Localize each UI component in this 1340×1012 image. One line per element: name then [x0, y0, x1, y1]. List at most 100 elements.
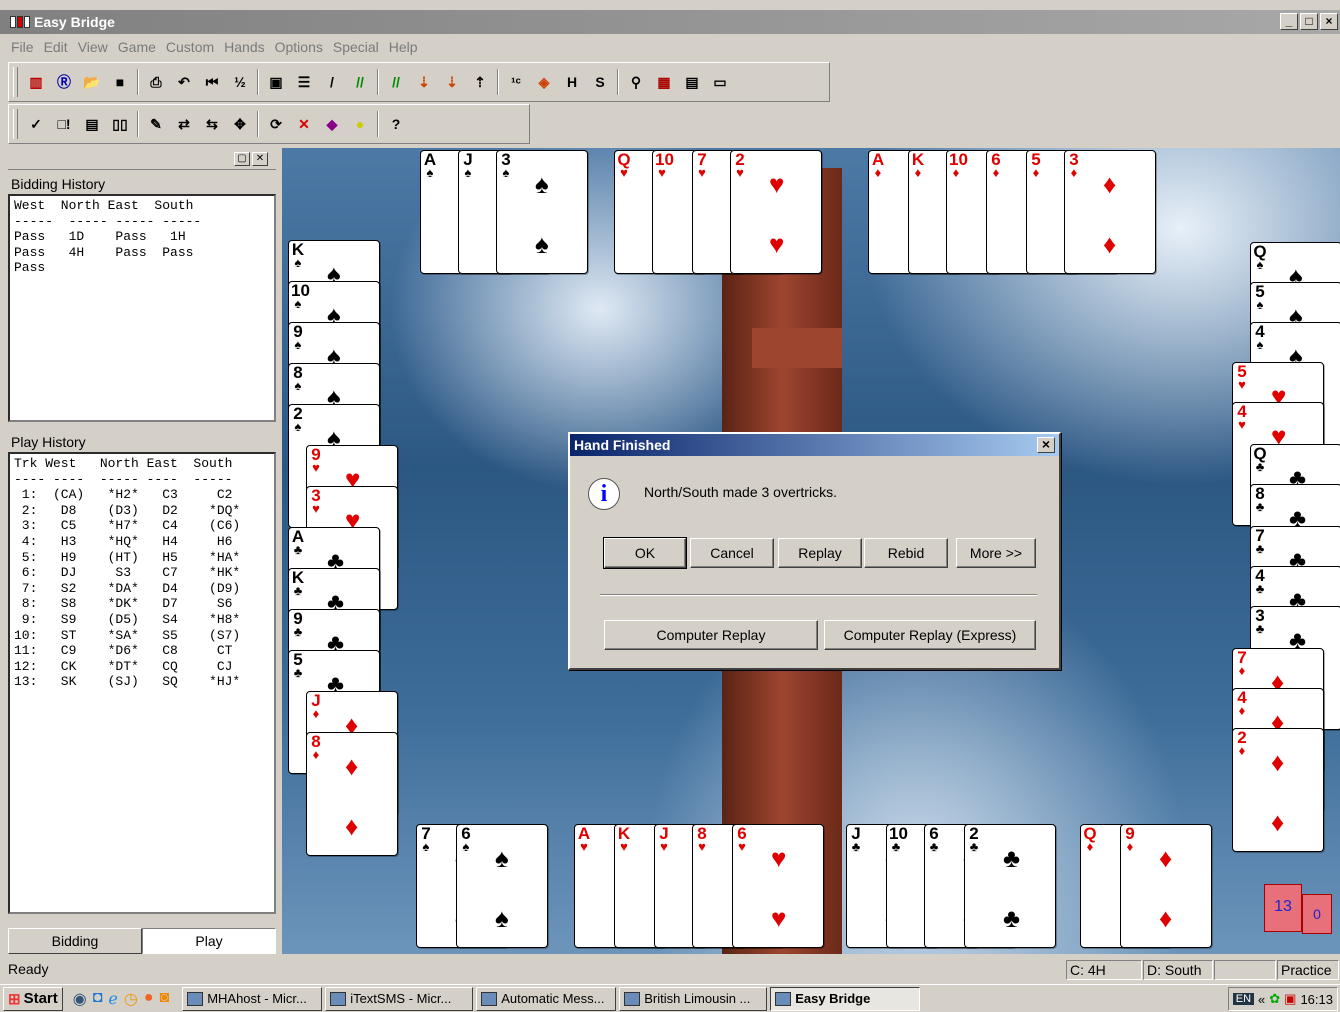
menu-view[interactable]: View [78, 39, 108, 55]
tray-icon[interactable]: ✿ [1269, 991, 1280, 1007]
rebid-button[interactable]: Rebid [864, 538, 948, 568]
script-icon[interactable]: ▤ [81, 113, 103, 135]
deal-2-icon[interactable]: ⇣ [441, 71, 463, 93]
replay-button[interactable]: Replay [778, 538, 862, 568]
network-icon[interactable]: « [1258, 992, 1265, 1007]
ok-button[interactable]: OK [603, 537, 687, 569]
card-north_cards[interactable]: 2 ♥ ♥ ♥ [730, 150, 822, 274]
tab-play[interactable]: Play [142, 928, 276, 954]
undo-icon[interactable]: ↶ [173, 71, 195, 93]
new-game-icon[interactable]: ▥ [25, 71, 47, 93]
edit-icon[interactable]: ✎ [145, 113, 167, 135]
play-dashes: ---- ---- ----- ---- ----- [14, 471, 233, 487]
redouble-icon[interactable]: // [385, 71, 407, 93]
dialog-close-icon[interactable]: × [1037, 437, 1055, 453]
card-north_cards[interactable]: 3 ♠ ♠ ♠ [496, 150, 588, 274]
cancel-button[interactable]: Cancel [690, 538, 774, 568]
window-icon[interactable]: ▭ [709, 71, 731, 93]
tab-bidding[interactable]: Bidding [8, 928, 142, 954]
suit-pip-icon: ♦ [1103, 229, 1117, 259]
suit-pip-icon: ♠ [495, 843, 509, 873]
double-icon[interactable]: // [349, 71, 371, 93]
split-icon[interactable]: ▯▯ [109, 113, 131, 135]
media-icon[interactable]: ◉ [73, 989, 87, 1009]
cards-icon[interactable]: ▦ [653, 71, 675, 93]
clock-app-icon[interactable]: ◷ [124, 989, 138, 1009]
rb-icon[interactable]: ▣ [1284, 991, 1296, 1007]
memo-icon[interactable]: ▤ [681, 71, 703, 93]
desktop-icon[interactable]: ◘ [93, 989, 103, 1009]
bid-1c-icon[interactable]: ¹ᶜ [505, 71, 527, 93]
check-icon[interactable]: ✓ [25, 113, 47, 135]
card-south_cards[interactable]: 6 ♠ ♠ ♠ [456, 824, 548, 948]
refresh-icon[interactable]: ⟳ [265, 113, 287, 135]
taskbar-item[interactable]: iTextSMS - Micr... [325, 986, 474, 1011]
analysis-icon[interactable]: ⚲ [625, 71, 647, 93]
card-west_cards[interactable]: 8 ♦ ♦ ♦ [306, 732, 398, 856]
taskbar-item[interactable]: Automatic Mess... [476, 986, 617, 1011]
help-icon[interactable]: ? [385, 113, 407, 135]
bridge-r-icon[interactable]: Ⓡ [53, 71, 75, 93]
claim-icon[interactable]: ▣ [265, 71, 287, 93]
pencil-icon[interactable]: / [321, 71, 343, 93]
swap2-icon[interactable]: ⇆ [201, 113, 223, 135]
review-icon[interactable]: ☰ [293, 71, 315, 93]
card-south_cards[interactable]: 9 ♦ ♦ ♦ [1120, 824, 1212, 948]
contract-status: C: 4H [1066, 960, 1142, 980]
print-icon[interactable]: ⎙ [145, 71, 167, 93]
play-row: 13: SK (SJ) SQ *HJ* [14, 674, 241, 690]
move-icon[interactable]: ✥ [229, 113, 251, 135]
menu-custom[interactable]: Custom [166, 39, 214, 55]
expand-icon[interactable]: □! [53, 113, 75, 135]
card-south_cards[interactable]: 2 ♣ ♣ ♣ [964, 824, 1056, 948]
app-icon-k[interactable]: ◙ [160, 989, 170, 1009]
open-icon[interactable]: 📂 [81, 71, 103, 93]
hint-s-icon[interactable]: S [589, 71, 611, 93]
maximize-button[interactable]: □ [1300, 13, 1318, 30]
deal-3-icon[interactable]: ⇡ [469, 71, 491, 93]
taskbar-item[interactable]: British Limousin ... [619, 986, 768, 1011]
menu-edit[interactable]: Edit [44, 39, 68, 55]
deal-1-icon[interactable]: ⇣ [413, 71, 435, 93]
task-app-icon [330, 991, 347, 1006]
start-button[interactable]: ⊞ Start [3, 986, 63, 1011]
menu-help[interactable]: Help [389, 39, 418, 55]
swap-icon[interactable]: ⇄ [173, 113, 195, 135]
taskbar-item[interactable]: MHAhost - Micr... [182, 986, 323, 1011]
taskbar-item[interactable]: Easy Bridge [770, 986, 921, 1011]
hint-h-icon[interactable]: H [561, 71, 583, 93]
save-icon[interactable]: ■ [109, 71, 131, 93]
book-icon[interactable]: ◆ [321, 113, 343, 135]
minimize-button[interactable]: _ [1280, 13, 1298, 30]
rewind-icon[interactable]: ⏮ [201, 71, 223, 93]
menu-special[interactable]: Special [333, 39, 379, 55]
close-pane-icon[interactable]: ✕ [252, 151, 268, 166]
more-button[interactable]: More >> [956, 538, 1036, 568]
card-east_cards[interactable]: 2 ♦ ♦ ♦ [1232, 728, 1324, 852]
menu-hands[interactable]: Hands [224, 39, 264, 55]
windows-logo-icon: ⊞ [8, 990, 21, 1008]
stop-icon[interactable]: ✕ [293, 113, 315, 135]
bidding-history-box[interactable]: West North East South ----- ----- ----- -… [8, 194, 276, 422]
menu-options[interactable]: Options [275, 39, 323, 55]
play-history-box[interactable]: Trk West North East South ---- ---- -----… [8, 452, 276, 914]
computer-replay-express-button[interactable]: Computer Replay (Express) [824, 620, 1036, 650]
ew-tricks: 0 [1302, 894, 1332, 934]
menu-file[interactable]: File [11, 39, 34, 55]
close-button[interactable]: × [1320, 13, 1338, 30]
card-south_cards[interactable]: 6 ♥ ♥ ♥ [732, 824, 824, 948]
computer-replay-button[interactable]: Computer Replay [604, 620, 818, 650]
menu-game[interactable]: Game [118, 39, 156, 55]
bid-1c2d-icon[interactable]: ½ [229, 71, 251, 93]
rotate-icon[interactable]: ◈ [533, 71, 555, 93]
play-history-label: Play History [11, 434, 86, 450]
play-row: 7: S2 *DA* D4 (D9) [14, 580, 241, 596]
ie-icon[interactable]: ℯ [108, 989, 117, 1009]
chrome-icon[interactable]: ● [144, 989, 154, 1009]
lang-indicator[interactable]: EN [1232, 993, 1255, 1005]
bulb-icon[interactable]: ● [349, 113, 371, 135]
restore-icon[interactable]: ▢ [234, 151, 250, 166]
card-north_cards[interactable]: 3 ♦ ♦ ♦ [1064, 150, 1156, 274]
info-icon: i [588, 478, 620, 510]
suit-pip-icon: ♦ [1271, 747, 1285, 777]
